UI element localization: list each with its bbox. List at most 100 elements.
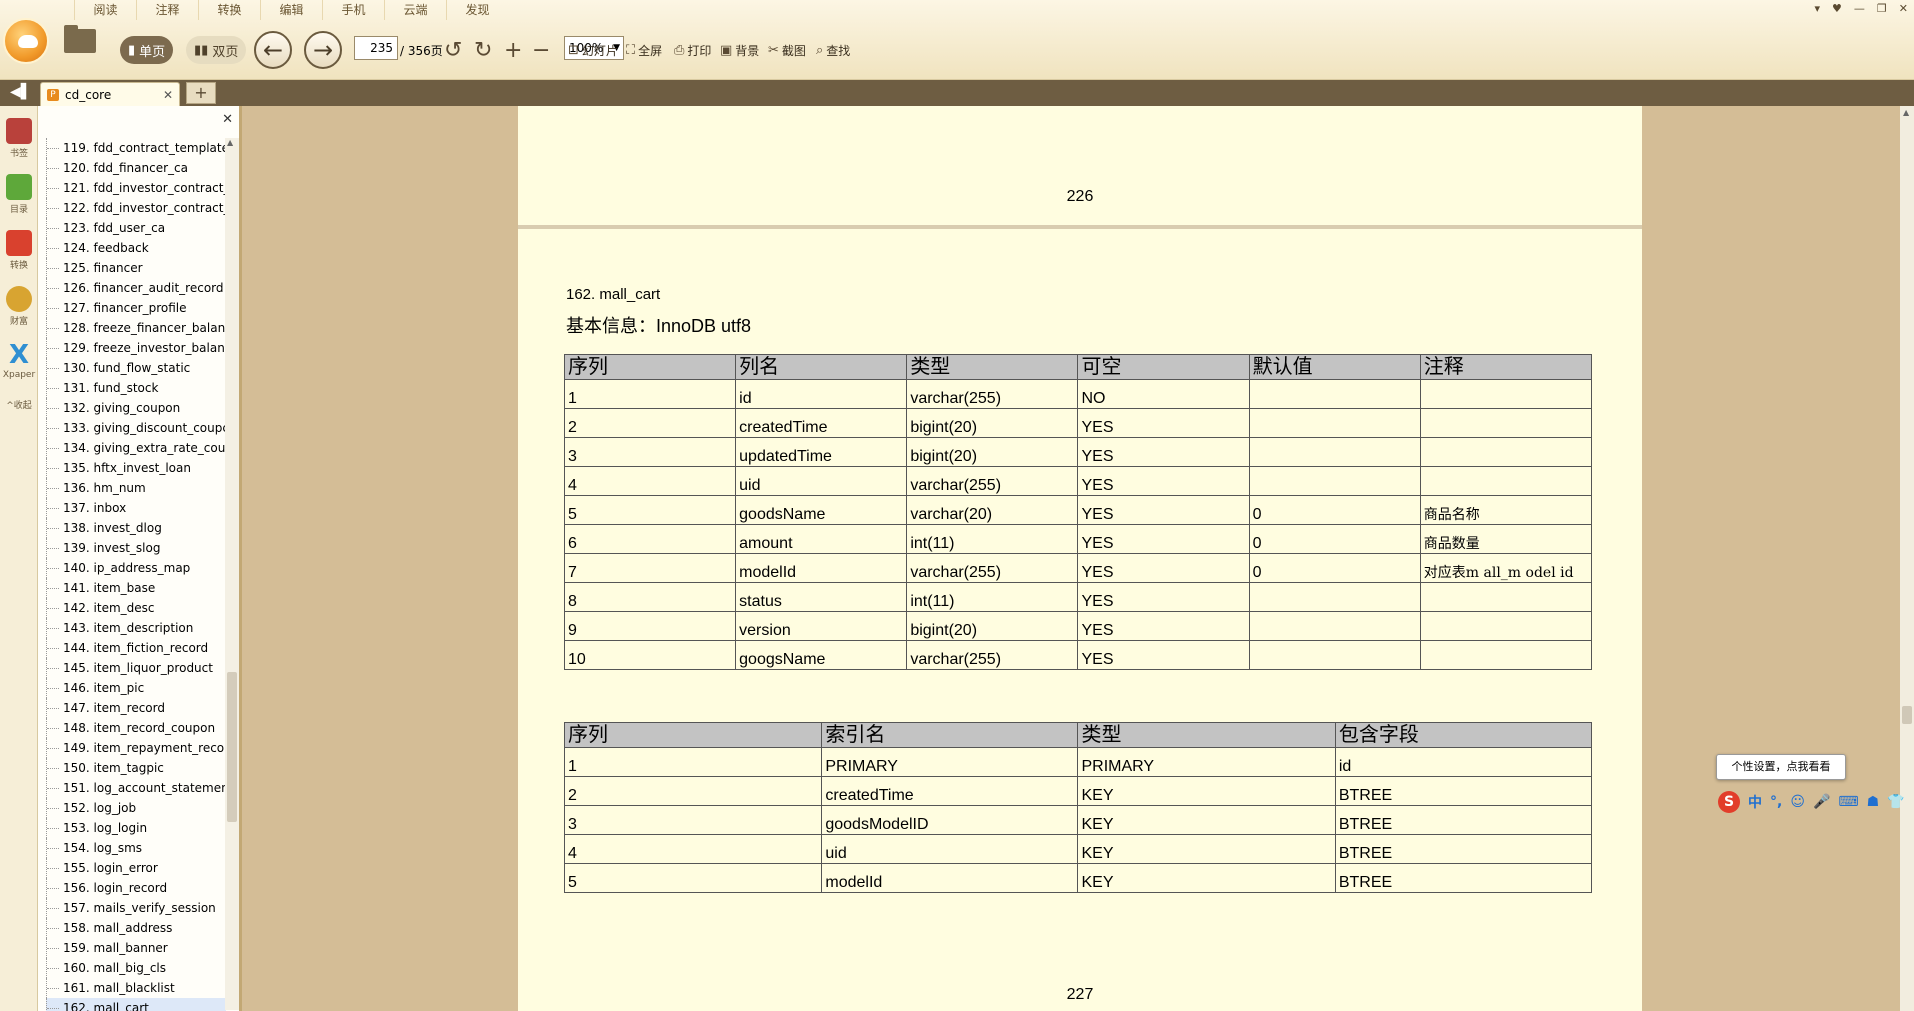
rail-xpaper[interactable]: X Xpaper — [2, 342, 36, 380]
find-button[interactable]: ⌕ 查找 — [816, 28, 850, 72]
slideshow-button[interactable]: ⊡ 幻灯片 — [568, 28, 618, 72]
toc-item[interactable]: 130. fund_flow_static — [46, 358, 226, 378]
toc-item[interactable]: 137. inbox — [46, 498, 226, 518]
toc-item[interactable]: 158. mall_address — [46, 918, 226, 938]
document-tab[interactable]: P cd_core ✕ — [40, 82, 180, 106]
menu-tab[interactable]: 阅读 — [74, 0, 136, 20]
toc-item[interactable]: 134. giving_extra_rate_coup — [46, 438, 226, 458]
toc-item[interactable]: 155. login_error — [46, 858, 226, 878]
rail-bookmark[interactable]: 书签 — [2, 118, 36, 159]
double-page-button[interactable]: ▮▮ 双页 — [186, 36, 247, 64]
rail-collapse[interactable]: ^收起 — [2, 398, 36, 411]
next-page-button[interactable]: → — [304, 31, 342, 69]
toc-item[interactable]: 131. fund_stock — [46, 378, 226, 398]
toc-item[interactable]: 150. item_tagpic — [46, 758, 226, 778]
toc-item[interactable]: 161. mall_blacklist — [46, 978, 226, 998]
toc-item[interactable]: 129. freeze_investor_balanc — [46, 338, 226, 358]
screenshot-button[interactable]: ✂ 截图 — [768, 28, 806, 72]
toc-item[interactable]: 159. mall_banner — [46, 938, 226, 958]
toc-item[interactable]: 147. item_record — [46, 698, 226, 718]
new-tab-button[interactable]: + — [186, 82, 216, 104]
rotate-right-button[interactable]: ↻ — [474, 28, 492, 72]
menu-tab[interactable]: 转换 — [198, 0, 260, 20]
toc-item[interactable]: 143. item_description — [46, 618, 226, 638]
document-scroll-thumb[interactable] — [1902, 706, 1912, 724]
keyboard-icon[interactable]: ⌨ — [1838, 794, 1858, 810]
toc-item[interactable]: 124. feedback — [46, 238, 226, 258]
menu-tab[interactable]: 编辑 — [260, 0, 322, 20]
toc-item[interactable]: 138. invest_dlog — [46, 518, 226, 538]
fullscreen-button[interactable]: ⛶ 全屏 — [626, 28, 662, 72]
user-icon[interactable]: ☗ — [1867, 794, 1880, 810]
zoom-in-button[interactable]: + — [504, 28, 522, 72]
open-folder-button[interactable] — [64, 25, 98, 54]
ime-logo-icon[interactable]: S — [1718, 791, 1740, 813]
close-icon[interactable]: ✕ — [1899, 2, 1908, 15]
close-icon[interactable]: ✕ — [222, 112, 233, 127]
menu-tab[interactable]: 手机 — [322, 0, 384, 20]
toc-scroll-thumb[interactable] — [227, 672, 237, 822]
toc-item[interactable]: 139. invest_slog — [46, 538, 226, 558]
close-tab-icon[interactable]: ✕ — [163, 88, 173, 102]
toc-item[interactable]: 162. mall_cart — [46, 998, 226, 1011]
toc-item[interactable]: 136. hm_num — [46, 478, 226, 498]
toc-item[interactable]: 135. hftx_invest_loan — [46, 458, 226, 478]
toc-item[interactable]: 153. log_login — [46, 818, 226, 838]
previous-page-button[interactable]: ← — [254, 31, 292, 69]
toc-item[interactable]: 119. fdd_contract_template — [46, 138, 226, 158]
background-button[interactable]: ▣ 背景 — [720, 28, 759, 72]
scroll-up-icon[interactable]: ▲ — [227, 138, 233, 147]
rail-convert[interactable]: 转换 — [2, 230, 36, 271]
table-cell: YES — [1077, 408, 1250, 438]
toc-item[interactable]: 142. item_desc — [46, 598, 226, 618]
toc-item[interactable]: 126. financer_audit_record — [46, 278, 226, 298]
toc-item[interactable]: 140. ip_address_map — [46, 558, 226, 578]
toc-scrollbar[interactable]: ▲ — [225, 138, 239, 1010]
toc-item[interactable]: 151. log_account_statement — [46, 778, 226, 798]
toc-item[interactable]: 152. log_job — [46, 798, 226, 818]
print-button[interactable]: ⎙ 打印 — [674, 28, 711, 72]
toc-item[interactable]: 160. mall_big_cls — [46, 958, 226, 978]
page-number-input[interactable] — [354, 36, 398, 60]
menu-tab[interactable]: 发现 — [446, 0, 508, 20]
toc-item[interactable]: 141. item_base — [46, 578, 226, 598]
punctuation-icon[interactable]: °, — [1770, 794, 1782, 810]
toc-item[interactable]: 127. financer_profile — [46, 298, 226, 318]
toc-item[interactable]: 132. giving_coupon — [46, 398, 226, 418]
restore-icon[interactable]: ❐ — [1877, 2, 1887, 15]
dropdown-icon[interactable]: ▾ — [1815, 2, 1821, 15]
menu-tab[interactable]: 注释 — [136, 0, 198, 20]
toc-item[interactable]: 123. fdd_user_ca — [46, 218, 226, 238]
toc-item[interactable]: 133. giving_discount_coupc — [46, 418, 226, 438]
toc-item[interactable]: 146. item_pic — [46, 678, 226, 698]
single-page-button[interactable]: ▮ 单页 — [120, 36, 174, 64]
document-scrollbar[interactable]: ▲ — [1900, 106, 1914, 1011]
minimize-icon[interactable]: — — [1854, 2, 1865, 15]
skin-icon[interactable]: 👕 — [1887, 794, 1904, 810]
toc-item[interactable]: 121. fdd_investor_contract_ — [46, 178, 226, 198]
toc-item[interactable]: 128. freeze_financer_balanc — [46, 318, 226, 338]
toc-item[interactable]: 156. login_record — [46, 878, 226, 898]
ime-tooltip[interactable]: 个性设置，点我看看 — [1716, 754, 1846, 780]
toc-item[interactable]: 148. item_record_coupon — [46, 718, 226, 738]
rotate-left-button[interactable]: ↺ — [444, 28, 462, 72]
toc-item[interactable]: 154. log_sms — [46, 838, 226, 858]
microphone-icon[interactable]: 🎤 — [1813, 794, 1830, 810]
ime-language[interactable]: 中 — [1748, 792, 1762, 812]
rail-wealth[interactable]: 财富 — [2, 286, 36, 327]
toc-item[interactable]: 122. fdd_investor_contract_ — [46, 198, 226, 218]
toc-item[interactable]: 157. mails_verify_session — [46, 898, 226, 918]
emoji-icon[interactable]: ☺ — [1790, 794, 1805, 810]
toc-item[interactable]: 125. financer — [46, 258, 226, 278]
toc-item[interactable]: 149. item_repayment_recor — [46, 738, 226, 758]
rail-toc[interactable]: 目录 — [2, 174, 36, 215]
toc-item[interactable]: 120. fdd_financer_ca — [46, 158, 226, 178]
back-arrow-icon[interactable]: ◀▌ — [10, 84, 32, 100]
app-logo-icon[interactable] — [3, 18, 49, 64]
zoom-out-button[interactable]: − — [532, 28, 550, 72]
toc-item[interactable]: 144. item_fiction_record — [46, 638, 226, 658]
scroll-up-icon[interactable]: ▲ — [1903, 108, 1909, 117]
menu-tab[interactable]: 云端 — [384, 0, 446, 20]
toc-item[interactable]: 145. item_liquor_product — [46, 658, 226, 678]
skin-icon[interactable]: ♥ — [1832, 2, 1842, 15]
